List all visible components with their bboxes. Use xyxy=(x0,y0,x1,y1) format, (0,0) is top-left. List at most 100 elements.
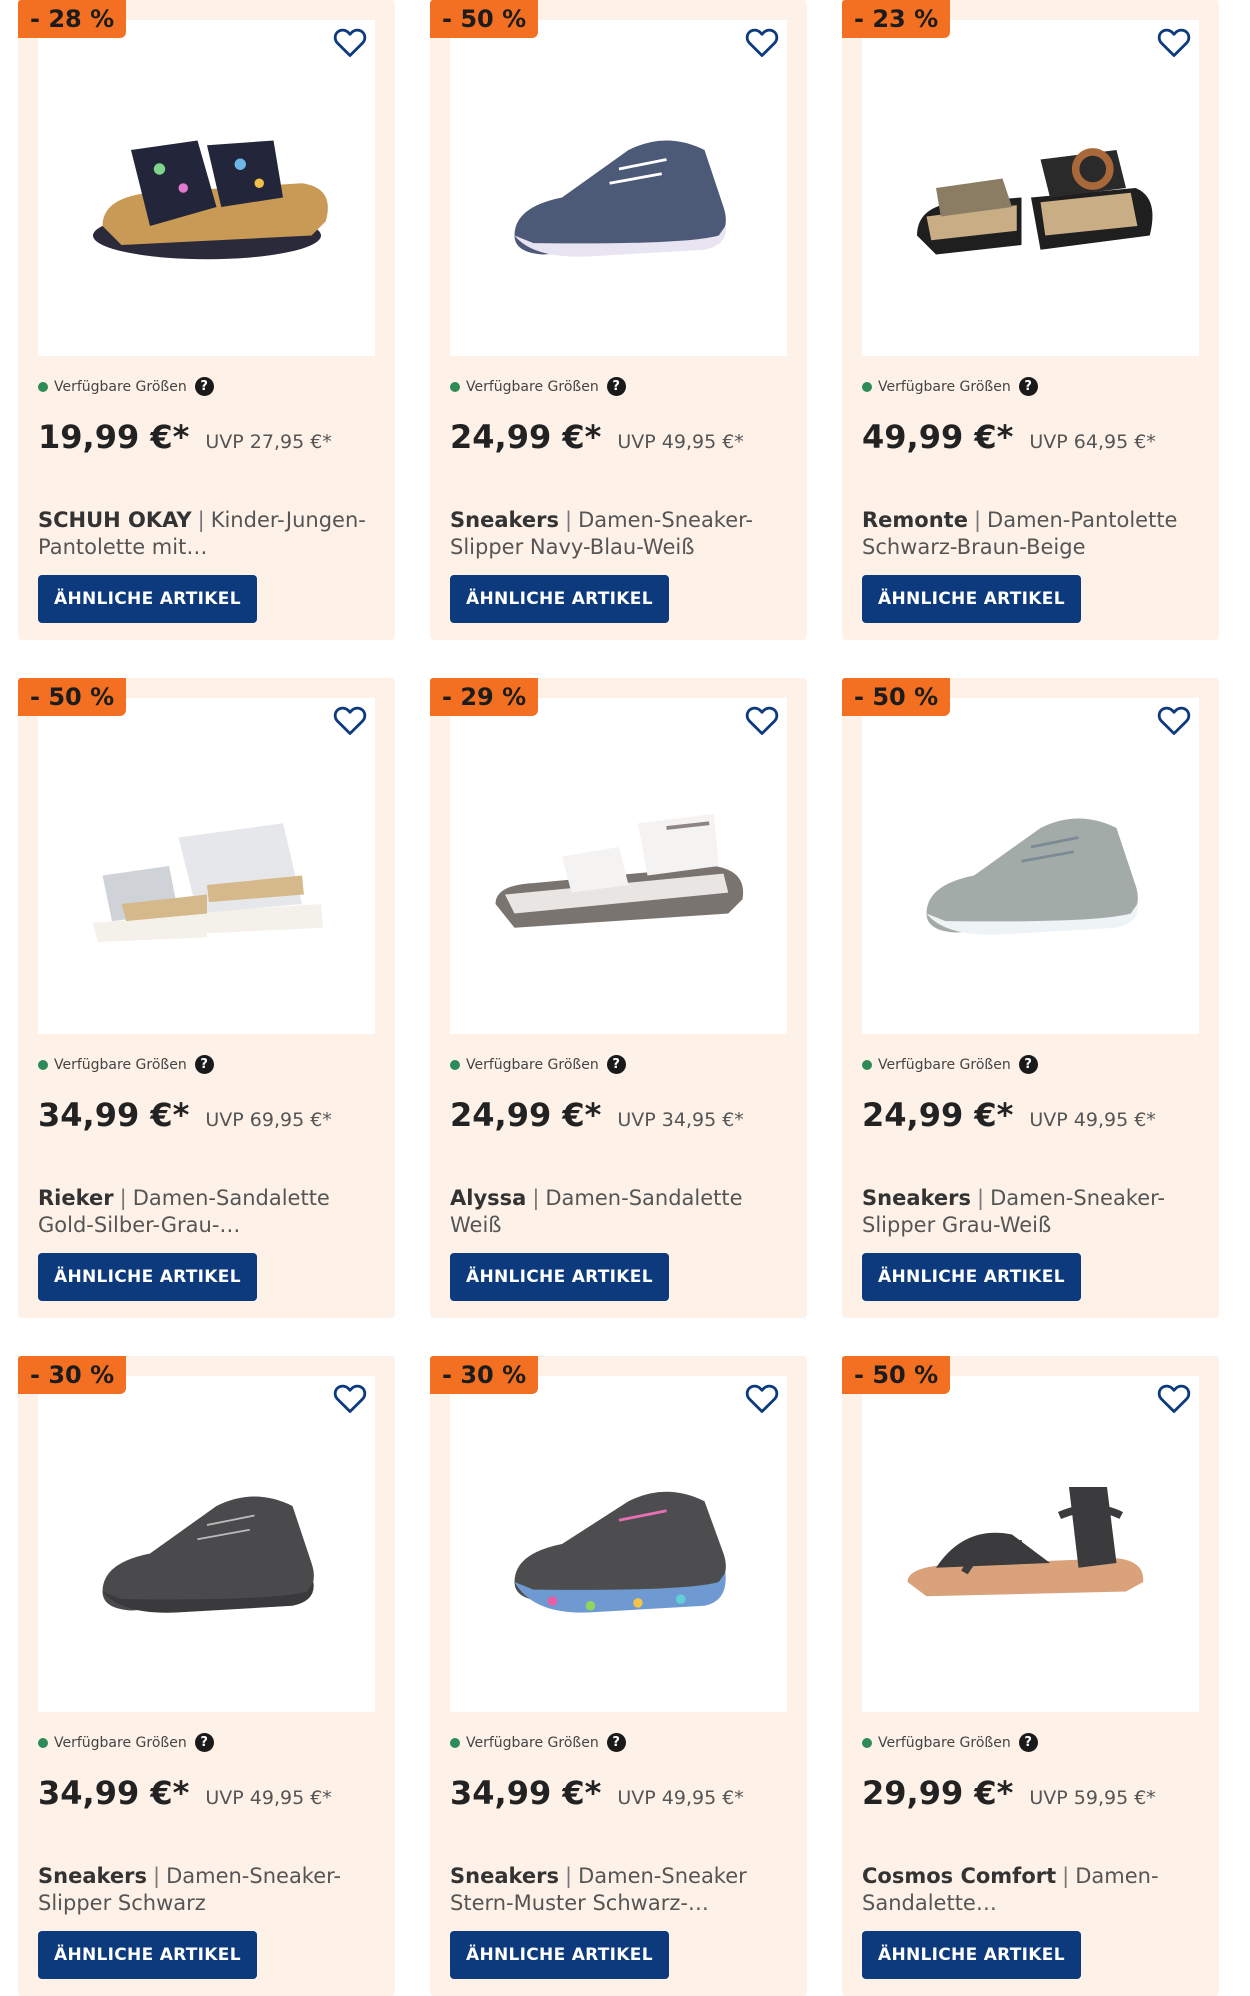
similar-items-button[interactable]: ÄHNLICHE ARTIKEL xyxy=(862,575,1081,623)
title-separator: | xyxy=(565,1864,573,1888)
help-icon[interactable]: ? xyxy=(606,1733,626,1752)
product-image[interactable] xyxy=(38,1376,375,1712)
heart-icon[interactable] xyxy=(333,26,367,58)
similar-items-button[interactable]: ÄHNLICHE ARTIKEL xyxy=(862,1253,1081,1301)
product-card-2[interactable]: - 50 % Verfügbare Größen ? 24,99 €* UVP … xyxy=(430,0,807,640)
title-separator: | xyxy=(1062,1864,1070,1888)
available-sizes[interactable]: Verfügbare Größen ? xyxy=(450,1733,626,1752)
uvp-price: UVP 49,95 €* xyxy=(617,1787,744,1809)
help-icon[interactable]: ? xyxy=(194,377,214,396)
product-card-9[interactable]: - 50 % Verfügbare Größen ? 29,99 €* UVP … xyxy=(842,1356,1219,1996)
product-image[interactable] xyxy=(38,20,375,356)
product-brand: Cosmos Comfort xyxy=(862,1864,1057,1888)
available-sizes[interactable]: Verfügbare Größen ? xyxy=(38,377,214,396)
similar-items-button[interactable]: ÄHNLICHE ARTIKEL xyxy=(862,1931,1081,1979)
black-woven-sandal-icon xyxy=(907,1487,1143,1597)
similar-items-button[interactable]: ÄHNLICHE ARTIKEL xyxy=(450,575,669,623)
help-icon[interactable]: ? xyxy=(606,377,626,396)
available-sizes-label: Verfügbare Größen xyxy=(54,1734,187,1751)
help-icon[interactable]: ? xyxy=(606,1055,626,1074)
product-image[interactable] xyxy=(450,20,787,356)
heart-icon[interactable] xyxy=(333,1382,367,1414)
available-sizes[interactable]: Verfügbare Größen ? xyxy=(450,1055,626,1074)
help-icon[interactable]: ? xyxy=(194,1733,214,1752)
uvp-price: UVP 64,95 €* xyxy=(1029,431,1156,453)
available-sizes[interactable]: Verfügbare Größen ? xyxy=(862,377,1038,396)
product-brand: SCHUH OKAY xyxy=(38,508,192,532)
price-row: 24,99 €* UVP 49,95 €* xyxy=(862,1096,1156,1134)
black-buckle-slide-icon xyxy=(916,148,1152,255)
product-card-1[interactable]: - 28 % Verfügbare Größen ? 19,99 €* UVP … xyxy=(18,0,395,640)
heart-icon[interactable] xyxy=(745,704,779,736)
similar-items-button[interactable]: ÄHNLICHE ARTIKEL xyxy=(38,1253,257,1301)
price: 24,99 €* xyxy=(450,418,602,456)
product-title[interactable]: Alyssa | Damen-Sandalette Weiß xyxy=(450,1185,780,1239)
product-brand: Alyssa xyxy=(450,1186,527,1210)
similar-items-button[interactable]: ÄHNLICHE ARTIKEL xyxy=(38,1931,257,1979)
help-icon[interactable]: ? xyxy=(1018,1055,1038,1074)
product-title[interactable]: Sneakers | Damen-Sneaker-Slipper Grau-Weiß xyxy=(862,1185,1192,1239)
available-sizes[interactable]: Verfügbare Größen ? xyxy=(38,1733,214,1752)
product-card-7[interactable]: - 30 % Verfügbare Größen ? 34,99 €* UVP … xyxy=(18,1356,395,1996)
availability-dot-icon xyxy=(38,1059,48,1070)
available-sizes-label: Verfügbare Größen xyxy=(878,378,1011,395)
product-image[interactable] xyxy=(862,1376,1199,1712)
heart-icon[interactable] xyxy=(745,26,779,58)
product-image[interactable] xyxy=(38,698,375,1034)
product-brand: Remonte xyxy=(862,508,968,532)
product-title[interactable]: Sneakers | Damen-Sneaker Stern-Muster Schw… xyxy=(450,1863,780,1917)
product-title[interactable]: Rieker | Damen-Sandalette Gold-Silber-Grau… xyxy=(38,1185,368,1239)
available-sizes[interactable]: Verfügbare Größen ? xyxy=(862,1733,1038,1752)
available-sizes-label: Verfügbare Größen xyxy=(878,1734,1011,1751)
price: 34,99 €* xyxy=(450,1774,602,1812)
product-image[interactable] xyxy=(450,1376,787,1712)
product-card-6[interactable]: - 50 % Verfügbare Größen ? 24,99 €* UVP … xyxy=(842,678,1219,1318)
uvp-price: UVP 27,95 €* xyxy=(205,431,332,453)
product-title[interactable]: Sneakers | Damen-Sneaker-Slipper Navy-Blau… xyxy=(450,507,780,561)
available-sizes[interactable]: Verfügbare Größen ? xyxy=(450,377,626,396)
help-icon[interactable]: ? xyxy=(194,1055,214,1074)
similar-items-button[interactable]: ÄHNLICHE ARTIKEL xyxy=(38,575,257,623)
product-card-3[interactable]: - 23 % Verfügbare Größen ? 49,99 €* UVP … xyxy=(842,0,1219,640)
availability-dot-icon xyxy=(862,381,872,392)
product-card-8[interactable]: - 30 % Verfügbare Größen ? 34,99 €* UVP … xyxy=(430,1356,807,1996)
uvp-price: UVP 49,95 €* xyxy=(1029,1109,1156,1131)
product-brand: Sneakers xyxy=(38,1864,147,1888)
product-brand: Rieker xyxy=(38,1186,114,1210)
price-row: 24,99 €* UVP 34,95 €* xyxy=(450,1096,744,1134)
navy-sneaker-icon xyxy=(514,140,726,257)
price-row: 19,99 €* UVP 27,95 €* xyxy=(38,418,332,456)
discount-badge: - 50 % xyxy=(430,0,539,38)
similar-items-button[interactable]: ÄHNLICHE ARTIKEL xyxy=(450,1931,669,1979)
heart-icon[interactable] xyxy=(1157,704,1191,736)
heart-icon[interactable] xyxy=(1157,1382,1191,1414)
product-title[interactable]: SCHUH OKAY | Kinder-Jungen-Pantolette mit… xyxy=(38,507,368,561)
product-title[interactable]: Sneakers | Damen-Sneaker-Slipper Schwarz xyxy=(38,1863,368,1917)
help-icon[interactable]: ? xyxy=(1018,377,1038,396)
price: 24,99 €* xyxy=(862,1096,1014,1134)
product-card-5[interactable]: - 29 % Verfügbare Größen ? 24,99 €* UVP … xyxy=(430,678,807,1318)
star-pattern-sneaker-icon xyxy=(514,1491,726,1613)
product-title[interactable]: Remonte | Damen-Pantolette Schwarz-Braun-B… xyxy=(862,507,1192,561)
title-separator: | xyxy=(197,508,205,532)
product-grid: - 28 % Verfügbare Größen ? 19,99 €* UVP … xyxy=(0,0,1250,1996)
similar-items-button[interactable]: ÄHNLICHE ARTIKEL xyxy=(450,1253,669,1301)
discount-badge: - 30 % xyxy=(430,1356,539,1394)
available-sizes-label: Verfügbare Größen xyxy=(878,1056,1011,1073)
title-separator: | xyxy=(153,1864,161,1888)
product-image[interactable] xyxy=(450,698,787,1034)
price-row: 34,99 €* UVP 49,95 €* xyxy=(38,1774,332,1812)
title-separator: | xyxy=(119,1186,127,1210)
heart-icon[interactable] xyxy=(1157,26,1191,58)
heart-icon[interactable] xyxy=(745,1382,779,1414)
available-sizes[interactable]: Verfügbare Größen ? xyxy=(862,1055,1038,1074)
help-icon[interactable]: ? xyxy=(1018,1733,1038,1752)
heart-icon[interactable] xyxy=(333,704,367,736)
product-title[interactable]: Cosmos Comfort | Damen-Sandalette… xyxy=(862,1863,1192,1917)
available-sizes[interactable]: Verfügbare Größen ? xyxy=(38,1055,214,1074)
kids-sandal-dinosaur-icon xyxy=(92,140,328,260)
product-image[interactable] xyxy=(862,20,1199,356)
product-card-4[interactable]: - 50 % Verfügbare Größen ? 34,99 €* UVP … xyxy=(18,678,395,1318)
price: 29,99 €* xyxy=(862,1774,1014,1812)
product-image[interactable] xyxy=(862,698,1199,1034)
